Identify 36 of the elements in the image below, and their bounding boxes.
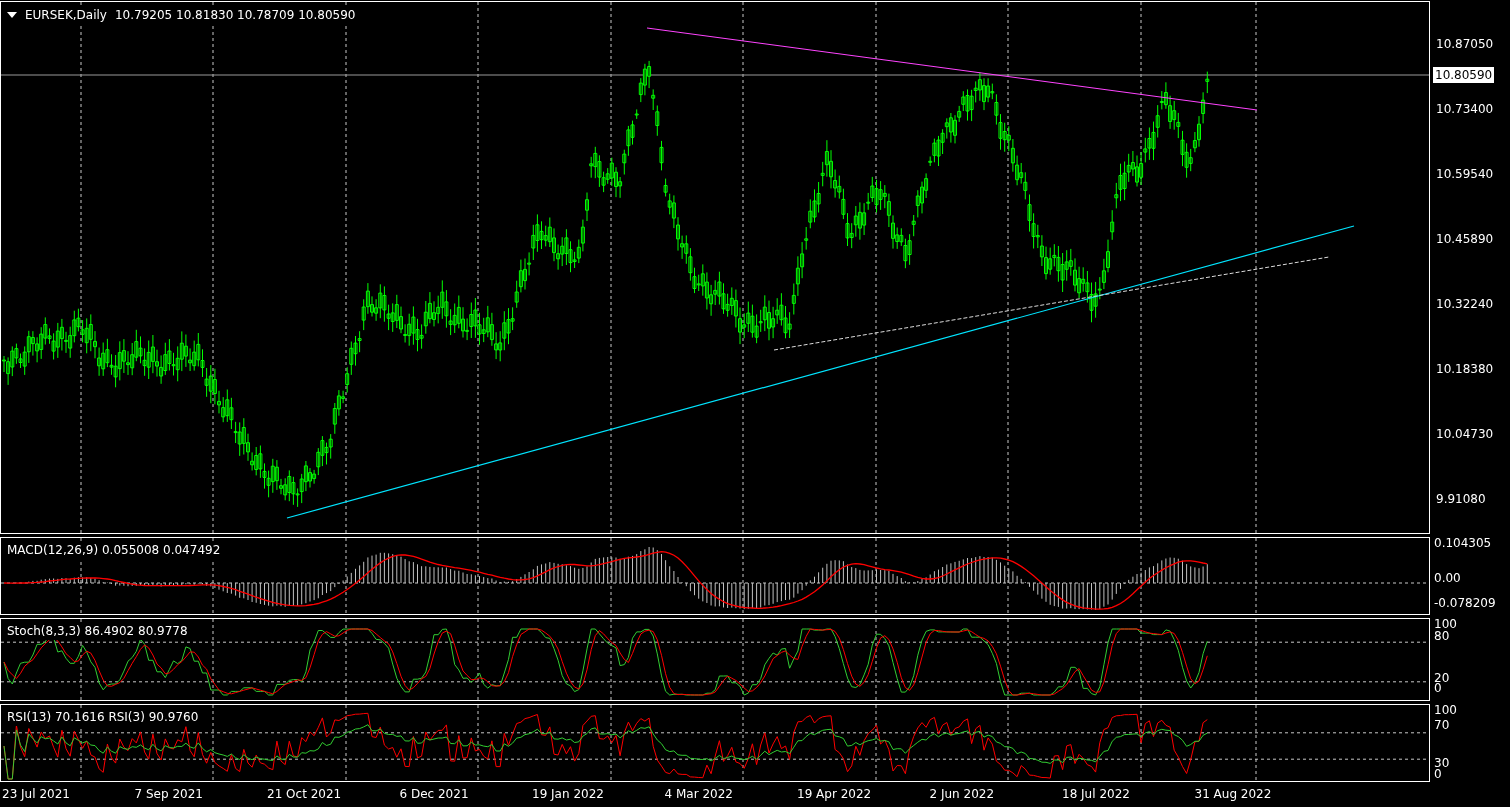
date-axis-label: 7 Sep 2021 — [133, 786, 204, 803]
indicator-axis-label: 0.00 — [1434, 572, 1461, 584]
menu-triangle-icon[interactable] — [7, 12, 17, 18]
symbol-label: EURSEK,Daily — [25, 6, 107, 24]
price-axis-label: 9.91080 — [1436, 493, 1486, 505]
price-axis-label: 10.32240 — [1436, 298, 1494, 310]
date-axis-label: 19 Jan 2022 — [531, 786, 605, 803]
indicator-axis-label: 0 — [1434, 768, 1442, 780]
price-axis-label: 10.87050 — [1436, 38, 1494, 50]
date-axis-label: 21 Oct 2021 — [266, 786, 343, 803]
date-axis-label: 19 Apr 2022 — [796, 786, 873, 803]
indicator-label: RSI(13) 70.1616 RSI(3) 90.9760 — [7, 708, 199, 726]
date-axis-label: 4 Mar 2022 — [663, 786, 734, 803]
indicator-axis-label: 0.104305 — [1434, 537, 1492, 549]
indicator-axis-label: 70 — [1434, 719, 1450, 731]
indicator-axis-label: 100 — [1434, 618, 1457, 630]
price-axis-label: 10.45890 — [1436, 233, 1494, 245]
price-axis-label: 10.73400 — [1436, 103, 1494, 115]
indicator-label: MACD(12,26,9) 0.055008 0.047492 — [7, 541, 221, 559]
date-axis-label: 6 Dec 2021 — [398, 786, 470, 803]
quote-values: 10.79205 10.81830 10.78709 10.80590 — [114, 6, 356, 24]
price-axis-label: 10.59540 — [1436, 168, 1494, 180]
indicator-axis-label: 30 — [1434, 757, 1450, 769]
price-axis-label: 10.18380 — [1436, 363, 1494, 375]
indicator-label: Stoch(8,3,3) 86.4902 80.9778 — [7, 622, 188, 640]
date-axis-label: 2 Jun 2022 — [928, 786, 996, 803]
indicator-axis-label: 80 — [1434, 630, 1450, 642]
current-price-tag: 10.80590 — [1433, 67, 1495, 83]
indicator-axis-label: 100 — [1434, 704, 1457, 716]
indicator-axis-label: 20 — [1434, 672, 1450, 684]
date-axis-label: 23 Jul 2021 — [1, 786, 71, 803]
date-axis-label: 18 Jul 2022 — [1061, 786, 1131, 803]
indicator-axis-label: -0.078209 — [1434, 597, 1496, 609]
date-axis-label: 31 Aug 2022 — [1193, 786, 1273, 803]
indicator-axis-label: 0 — [1434, 682, 1442, 694]
price-axis-label: 10.04730 — [1436, 428, 1494, 440]
